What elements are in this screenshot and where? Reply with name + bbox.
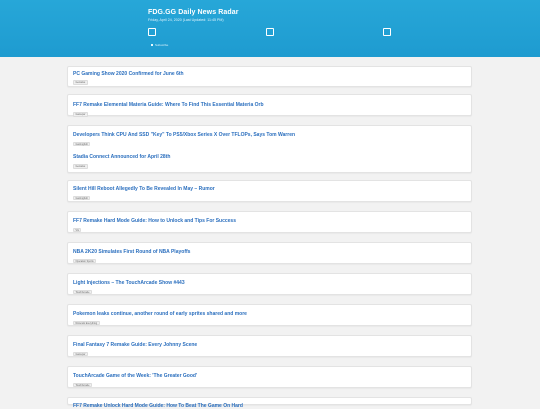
news-card: Final Fantasy 7 Remake Guide: Every John… (67, 335, 472, 357)
subscribe-label: Subscribe (155, 43, 169, 47)
news-card: PC Gaming Show 2020 Confirmed for June 6… (67, 66, 472, 87)
news-card: FF7 Remake Hard Mode Guide: How to Unloc… (67, 211, 472, 233)
source-tag[interactable]: VG (73, 227, 82, 232)
source-tag[interactable]: Gamepur (73, 112, 88, 117)
news-item-title[interactable]: Pokemon leaks continue, another round of… (73, 311, 247, 317)
bullet-icon (151, 44, 153, 47)
news-card: Silent Hill Reboot Allegedly To Be Revea… (67, 180, 472, 202)
source-tag[interactable]: TouchArcade (73, 289, 92, 294)
checkbox-icon[interactable] (266, 28, 274, 36)
header-banner: FDG.GG Daily News Radar Friday, April 24… (0, 0, 540, 57)
source-tag[interactable]: Operation Sports (73, 258, 97, 263)
news-item-title[interactable]: Developers Think CPU And SSD "Key" To PS… (73, 132, 295, 138)
source-tag[interactable]: Gematsu (73, 80, 88, 85)
subscribe-link[interactable]: Subscribe (151, 43, 168, 47)
news-item-title[interactable]: Stadia Connect Announced for April 28th (73, 154, 170, 160)
news-card: FF7 Remake Unlock Hard Mode Guide: How T… (67, 397, 472, 409)
news-item-title[interactable]: TouchArcade Game of the Week: 'The Great… (73, 373, 197, 379)
news-item-title[interactable]: FF7 Remake Elemental Materia Guide: Wher… (73, 102, 264, 108)
checkbox-icon[interactable] (383, 28, 391, 36)
news-card: TouchArcade Game of the Week: 'The Great… (67, 366, 472, 388)
news-item-title[interactable]: FF7 Remake Hard Mode Guide: How to Unloc… (73, 218, 236, 224)
news-item-title[interactable]: Final Fantasy 7 Remake Guide: Every John… (73, 342, 197, 348)
page-title: FDG.GG Daily News Radar (148, 9, 239, 16)
news-item-title[interactable]: FF7 Remake Unlock Hard Mode Guide: How T… (73, 403, 243, 409)
source-tag[interactable]: TouchArcade (73, 382, 92, 387)
checkbox-icon[interactable] (148, 28, 156, 36)
source-tag[interactable]: Gamingbolt (73, 141, 91, 146)
news-card: NBA 2K20 Simulates First Round of NBA Pl… (67, 242, 472, 264)
news-card: Developers Think CPU And SSD "Key" To PS… (67, 125, 472, 173)
news-item-title[interactable]: Silent Hill Reboot Allegedly To Be Revea… (73, 186, 215, 192)
page-subtitle: Friday, April 24, 2020 (Last Updated: 11… (148, 18, 224, 22)
source-tag[interactable]: Gematsu (73, 164, 88, 169)
news-item-title[interactable]: NBA 2K20 Simulates First Round of NBA Pl… (73, 249, 190, 255)
source-tag[interactable]: Gamingbolt (73, 195, 91, 200)
source-tag[interactable]: Nintendo Everything (73, 320, 100, 325)
news-item-title[interactable]: Light Injections – The TouchArcade Show … (73, 280, 185, 286)
news-item-title[interactable]: PC Gaming Show 2020 Confirmed for June 6… (73, 71, 184, 77)
news-card: Pokemon leaks continue, another round of… (67, 304, 472, 326)
news-card: Light Injections – The TouchArcade Show … (67, 273, 472, 295)
source-tag[interactable]: Gamepur (73, 351, 88, 356)
news-card: FF7 Remake Elemental Materia Guide: Wher… (67, 94, 472, 117)
